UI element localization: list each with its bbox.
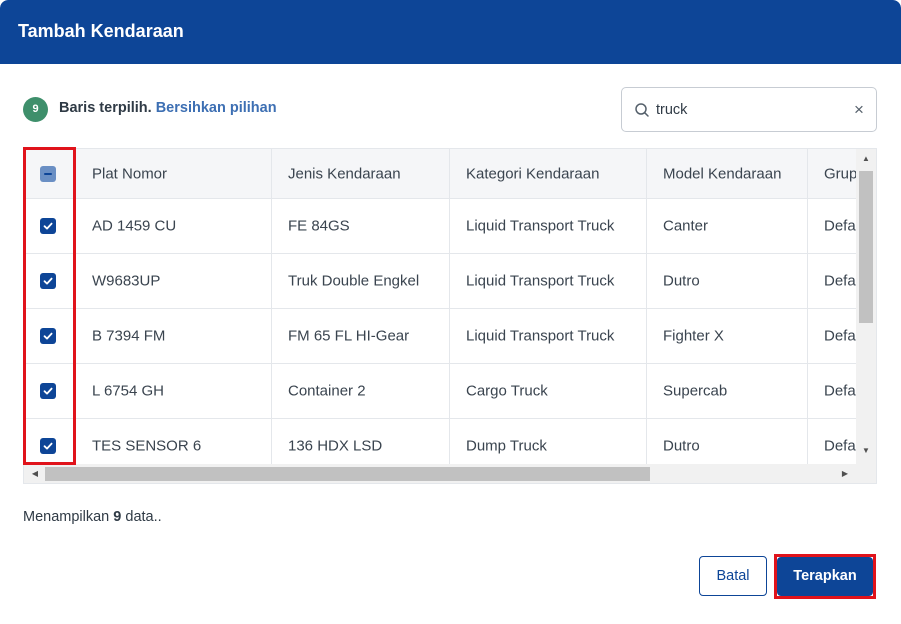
header-model-kendaraan: Model Kendaraan — [647, 149, 808, 198]
cell-jenis-kendaraan: FE 84GS — [272, 199, 450, 253]
cell-plat-nomor: L 6754 GH — [76, 364, 272, 418]
modal-header: Tambah Kendaraan — [0, 0, 901, 64]
cell-kategori-kendaraan: Liquid Transport Truck — [450, 199, 647, 253]
clear-selection-link[interactable]: Bersihkan pilihan — [156, 100, 277, 116]
cancel-button[interactable]: Batal — [699, 556, 767, 596]
row-checkbox[interactable] — [40, 273, 56, 289]
table-row[interactable]: AD 1459 CU FE 84GS Liquid Transport Truc… — [24, 199, 856, 254]
table-row[interactable]: TES SENSOR 6 136 HDX LSD Dump Truck Dutr… — [24, 419, 856, 464]
cell-plat-nomor: AD 1459 CU — [76, 199, 272, 253]
add-vehicle-modal: Tambah Kendaraan 9 Baris terpilih. Bersi… — [0, 0, 901, 624]
cell-grup: Default — [824, 382, 856, 400]
selection-summary: Baris terpilih. Bersihkan pilihan — [59, 100, 277, 116]
data-count-text: Menampilkan 9 data.. — [23, 509, 162, 525]
select-all-checkbox[interactable] — [40, 165, 56, 182]
search-input[interactable] — [656, 99, 836, 121]
apply-button[interactable]: Terapkan — [777, 557, 873, 596]
select-all-cell — [24, 149, 76, 198]
row-checkbox[interactable] — [40, 438, 56, 454]
cell-jenis-kendaraan: 136 HDX LSD — [272, 419, 450, 464]
table-row[interactable]: B 7394 FM FM 65 FL HI-Gear Liquid Transp… — [24, 309, 856, 364]
cell-plat-nomor: B 7394 FM — [76, 309, 272, 363]
cell-jenis-kendaraan: FM 65 FL HI-Gear — [272, 309, 450, 363]
table-row[interactable]: L 6754 GH Container 2 Cargo Truck Superc… — [24, 364, 856, 419]
cell-grup: Default — [824, 327, 856, 345]
cell-model-kendaraan: Dutro — [647, 254, 808, 308]
scroll-down-icon[interactable]: ▼ — [856, 443, 876, 459]
vertical-scrollbar[interactable]: ▲ ▼ — [856, 149, 876, 464]
scroll-up-icon[interactable]: ▲ — [856, 151, 876, 167]
cell-kategori-kendaraan: Liquid Transport Truck — [450, 309, 647, 363]
cell-model-kendaraan: Dutro — [647, 419, 808, 464]
cell-model-kendaraan: Fighter X — [647, 309, 808, 363]
cell-jenis-kendaraan: Container 2 — [272, 364, 450, 418]
scroll-left-icon[interactable]: ◀ — [26, 464, 44, 483]
cell-kategori-kendaraan: Liquid Transport Truck — [450, 254, 647, 308]
row-checkbox[interactable] — [40, 328, 56, 344]
modal-title: Tambah Kendaraan — [18, 21, 184, 41]
header-grup: Grup — [824, 165, 856, 182]
cell-kategori-kendaraan: Dump Truck — [450, 419, 647, 464]
vehicle-table: Plat Nomor Jenis Kendaraan Kategori Kend… — [23, 148, 877, 484]
row-checkbox[interactable] — [40, 383, 56, 399]
horizontal-scroll-thumb[interactable] — [45, 467, 650, 481]
row-checkbox[interactable] — [40, 218, 56, 234]
cell-model-kendaraan: Supercab — [647, 364, 808, 418]
cell-jenis-kendaraan: Truk Double Engkel — [272, 254, 450, 308]
header-plat-nomor: Plat Nomor — [76, 149, 272, 198]
search-field[interactable]: × — [621, 87, 877, 132]
selection-text: Baris terpilih. — [59, 100, 152, 116]
horizontal-scrollbar[interactable]: ◀ ▶ — [24, 464, 876, 483]
header-jenis-kendaraan: Jenis Kendaraan — [272, 149, 450, 198]
table-header: Plat Nomor Jenis Kendaraan Kategori Kend… — [24, 149, 856, 199]
table-row[interactable]: W9683UP Truk Double Engkel Liquid Transp… — [24, 254, 856, 309]
cell-grup: Default — [824, 272, 856, 290]
vertical-scroll-thumb[interactable] — [859, 171, 873, 323]
clear-search-icon[interactable]: × — [851, 101, 867, 119]
cell-plat-nomor: W9683UP — [76, 254, 272, 308]
cell-plat-nomor: TES SENSOR 6 — [76, 419, 272, 464]
cell-grup: Default — [824, 437, 856, 455]
selected-count-badge: 9 — [23, 97, 48, 122]
table-body: Plat Nomor Jenis Kendaraan Kategori Kend… — [24, 149, 856, 464]
scroll-right-icon[interactable]: ▶ — [836, 464, 854, 483]
cell-grup: Default — [824, 217, 856, 235]
search-icon — [635, 103, 649, 117]
cell-kategori-kendaraan: Cargo Truck — [450, 364, 647, 418]
cell-model-kendaraan: Canter — [647, 199, 808, 253]
header-kategori-kendaraan: Kategori Kendaraan — [450, 149, 647, 198]
